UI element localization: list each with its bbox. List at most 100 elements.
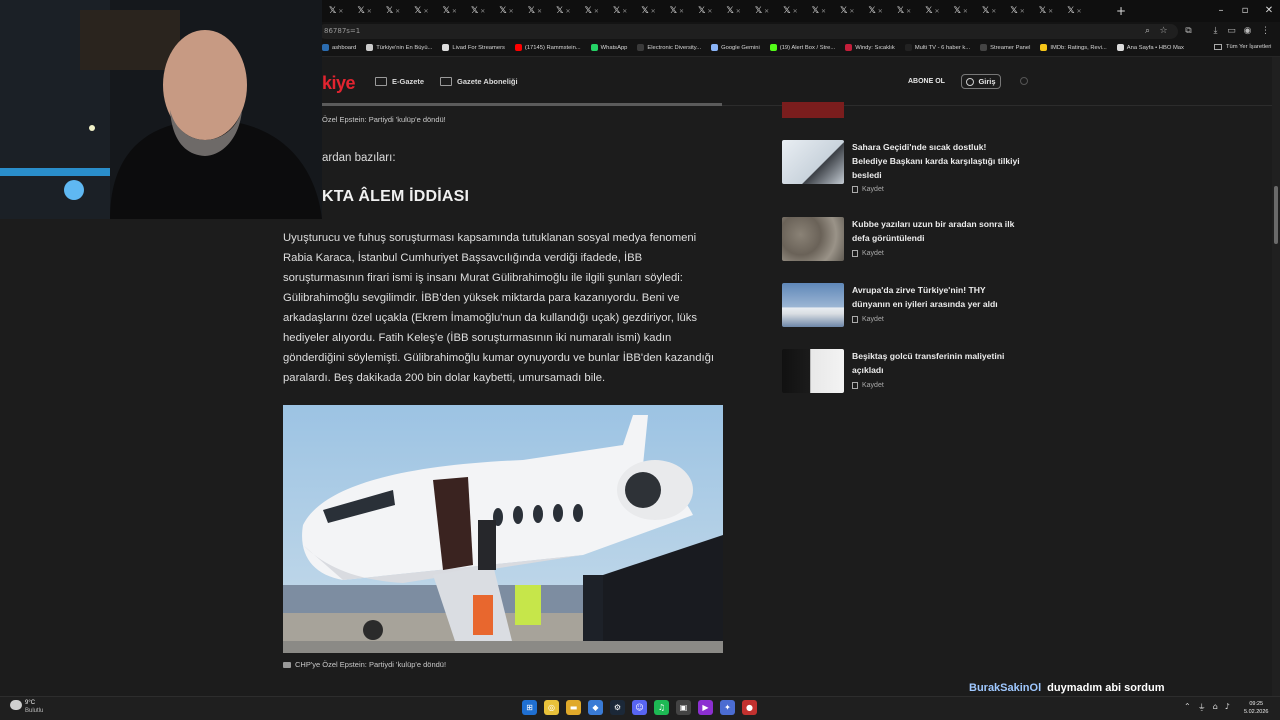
browser-tab[interactable]: 𝕏 ✕ <box>1003 3 1031 19</box>
cloud-icon[interactable] <box>10 700 22 710</box>
browser-tab[interactable]: 𝕏 ✕ <box>1060 3 1088 19</box>
new-tab-button[interactable]: + <box>1114 4 1128 18</box>
file-explorer-icon[interactable]: ▬ <box>566 700 581 715</box>
browser-tab[interactable]: 𝕏 ✕ <box>492 3 520 19</box>
obs-icon[interactable]: ▣ <box>676 700 691 715</box>
bookmark-item[interactable]: Google Gemini <box>711 44 760 51</box>
close-window-button[interactable]: ✕ <box>1262 4 1276 18</box>
close-tab-icon[interactable]: ✕ <box>764 8 769 15</box>
close-tab-icon[interactable]: ✕ <box>1076 8 1081 15</box>
search-icon[interactable] <box>1020 77 1028 85</box>
bookmark-item[interactable]: (17145) Rammstein... <box>514 44 581 51</box>
news-thumbnail[interactable] <box>782 283 844 327</box>
sidebar-news-item[interactable]: Beşiktaş golcü transferinin maliyetini a… <box>782 349 1022 399</box>
news-thumbnail[interactable] <box>782 217 844 261</box>
sidebar-news-item[interactable]: Kubbe yazıları uzun bir aradan sonra ilk… <box>782 217 1022 267</box>
browser-tab[interactable]: 𝕏 ✕ <box>350 3 378 19</box>
weather-temperature[interactable]: 9°C <box>25 700 35 706</box>
close-tab-icon[interactable]: ✕ <box>935 8 940 15</box>
close-tab-icon[interactable]: ✕ <box>1020 8 1025 15</box>
browser-tab[interactable]: 𝕏 ✕ <box>1032 3 1060 19</box>
close-tab-icon[interactable]: ✕ <box>423 8 428 15</box>
bookmark-item[interactable]: (19) Alert Box / Stre... <box>769 44 835 51</box>
browser-tab[interactable]: 𝕏 ✕ <box>890 3 918 19</box>
news-title[interactable]: Sahara Geçidi'nde sıcak dostluk! Belediy… <box>852 140 1020 182</box>
close-tab-icon[interactable]: ✕ <box>736 8 741 15</box>
browser-tab[interactable]: 𝕏 ✕ <box>549 3 577 19</box>
zoom-icon[interactable]: ⌕ <box>1142 26 1153 37</box>
bookmark-item[interactable]: Livad For Streamers <box>442 44 505 51</box>
browser-tab[interactable]: 𝕏 ✕ <box>975 3 1003 19</box>
network-icon[interactable]: ⌂ <box>1213 702 1218 713</box>
browser-tab[interactable]: 𝕏 ✕ <box>805 3 833 19</box>
chrome-icon[interactable]: ◎ <box>544 700 559 715</box>
browser-tab[interactable]: 𝕏 ✕ <box>776 3 804 19</box>
browser-tab[interactable]: 𝕏 ✕ <box>918 3 946 19</box>
close-tab-icon[interactable]: ✕ <box>395 8 400 15</box>
share-icon[interactable]: ▭ <box>1226 26 1237 37</box>
browser-tab[interactable]: 𝕏 ✕ <box>663 3 691 19</box>
weather-description[interactable]: Bulutlu <box>25 708 43 714</box>
chevron-up-icon[interactable]: ⌃ <box>1184 702 1191 713</box>
volume-icon[interactable]: ♪ <box>1225 702 1230 713</box>
bookmark-item[interactable]: Türkiye'nin En Büyü... <box>366 44 432 51</box>
steam-icon[interactable]: ⚙ <box>610 700 625 715</box>
close-tab-icon[interactable]: ✕ <box>622 8 627 15</box>
save-button[interactable]: Kaydet <box>852 186 884 193</box>
extensions-icon[interactable]: ⧉ <box>1183 26 1194 37</box>
browser-tab[interactable]: 𝕏 ✕ <box>521 3 549 19</box>
browser-tab[interactable]: 𝕏 ✕ <box>606 3 634 19</box>
menu-icon[interactable]: ⋮ <box>1260 26 1271 37</box>
nav-egazete[interactable]: E-Gazete <box>375 77 424 86</box>
profile-icon[interactable]: ◉ <box>1242 26 1253 37</box>
bookmark-item[interactable]: Electronic Diversity... <box>637 44 701 51</box>
url-text[interactable]: 86787s=1 <box>324 27 360 35</box>
address-bar[interactable] <box>318 24 1178 39</box>
close-tab-icon[interactable]: ✕ <box>480 8 485 15</box>
bookmark-item[interactable]: ashboard <box>322 44 356 51</box>
close-tab-icon[interactable]: ✕ <box>594 8 599 15</box>
news-title[interactable]: Kubbe yazıları uzun bir aradan sonra ilk… <box>852 217 1020 245</box>
close-tab-icon[interactable]: ✕ <box>793 8 798 15</box>
close-tab-icon[interactable]: ✕ <box>906 8 911 15</box>
browser-tab[interactable]: 𝕏 ✕ <box>578 3 606 19</box>
close-tab-icon[interactable]: ✕ <box>821 8 826 15</box>
browser-tab[interactable]: 𝕏 ✕ <box>407 3 435 19</box>
bookmark-star-icon[interactable]: ☆ <box>1158 26 1169 37</box>
browser-tab[interactable]: 𝕏 ✕ <box>748 3 776 19</box>
app-icon[interactable]: ◆ <box>588 700 603 715</box>
close-tab-icon[interactable]: ✕ <box>679 8 684 15</box>
sidebar-news-item[interactable]: Avrupa'da zirve Türkiye'nin! THY dünyanı… <box>782 283 1022 333</box>
news-thumbnail[interactable] <box>782 349 844 393</box>
browser-tab[interactable]: 𝕏 ✕ <box>634 3 662 19</box>
scrollbar-thumb[interactable] <box>1274 186 1278 244</box>
restore-button[interactable]: ▫ <box>1238 4 1252 18</box>
browser-tab[interactable]: 𝕏 ✕ <box>691 3 719 19</box>
close-tab-icon[interactable]: ✕ <box>849 8 854 15</box>
browser-tab[interactable]: 𝕏 ✕ <box>719 3 747 19</box>
windows-start-icon[interactable]: ⊞ <box>522 700 537 715</box>
close-tab-icon[interactable]: ✕ <box>537 8 542 15</box>
login-button[interactable]: Giriş <box>961 74 1001 89</box>
close-tab-icon[interactable]: ✕ <box>991 8 996 15</box>
browser-tab[interactable]: 𝕏 ✕ <box>436 3 464 19</box>
save-button[interactable]: Kaydet <box>852 250 884 257</box>
save-button[interactable]: Kaydet <box>852 382 884 389</box>
news-thumbnail[interactable] <box>782 140 844 184</box>
close-tab-icon[interactable]: ✕ <box>1048 8 1053 15</box>
subscribe-button[interactable]: ABONE OL <box>908 78 945 85</box>
browser-tab[interactable]: 𝕏 ✕ <box>322 3 350 19</box>
spotify-icon[interactable]: ♫ <box>654 700 669 715</box>
news-title[interactable]: Avrupa'da zirve Türkiye'nin! THY dünyanı… <box>852 283 1020 311</box>
bookmark-item[interactable]: Streamer Panel <box>980 44 1030 51</box>
close-tab-icon[interactable]: ✕ <box>452 8 457 15</box>
browser-tab[interactable]: 𝕏 ✕ <box>833 3 861 19</box>
page-scrollbar[interactable] <box>1272 57 1280 696</box>
bookmark-item[interactable]: WhatsApp <box>590 44 627 51</box>
close-tab-icon[interactable]: ✕ <box>878 8 883 15</box>
all-bookmarks-folder[interactable]: Tüm Yer İşaretleri <box>1214 44 1271 50</box>
sidebar-thumbnail-partial[interactable] <box>782 102 844 118</box>
save-button[interactable]: Kaydet <box>852 316 884 323</box>
app2-icon[interactable]: ✦ <box>720 700 735 715</box>
microphone-icon[interactable]: ⏚ <box>1198 702 1206 713</box>
